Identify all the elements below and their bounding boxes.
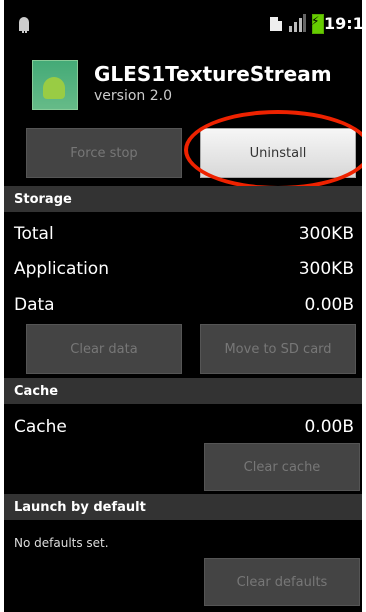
storage-row-application: Application 300KB bbox=[14, 252, 354, 286]
clock: 19:10 bbox=[324, 14, 362, 33]
clear-data-button[interactable]: Clear data bbox=[26, 324, 182, 374]
row-value: 300KB bbox=[298, 259, 354, 279]
move-to-sd-button[interactable]: Move to SD card bbox=[200, 324, 356, 374]
row-label: Total bbox=[14, 224, 54, 244]
app-info-screen: 19:10 GLES1TextureStream version 2.0 For… bbox=[4, 0, 362, 612]
app-version: version 2.0 bbox=[94, 88, 172, 104]
clear-defaults-button[interactable]: Clear defaults bbox=[204, 558, 360, 606]
app-icon bbox=[32, 60, 78, 110]
clear-cache-button[interactable]: Clear cache bbox=[204, 443, 360, 491]
storage-header: Storage bbox=[4, 186, 362, 212]
android-debug-icon bbox=[19, 17, 29, 33]
status-bar: 19:10 bbox=[4, 0, 362, 48]
app-title: GLES1TextureStream bbox=[94, 62, 332, 86]
row-value: 0.00B bbox=[304, 295, 354, 315]
storage-row-data: Data 0.00B bbox=[14, 288, 354, 322]
signal-icon bbox=[289, 14, 306, 32]
storage-row-total: Total 300KB bbox=[14, 217, 354, 251]
row-label: Data bbox=[14, 295, 55, 315]
row-value: 300KB bbox=[298, 224, 354, 244]
highlight-circle bbox=[184, 110, 362, 190]
row-label: Application bbox=[14, 259, 109, 279]
sd-card-icon bbox=[270, 17, 282, 31]
row-value: 0.00B bbox=[304, 417, 354, 437]
cache-header: Cache bbox=[4, 378, 362, 404]
cache-row: Cache 0.00B bbox=[14, 410, 354, 444]
force-stop-button[interactable]: Force stop bbox=[26, 128, 182, 178]
device-frame: 19:10 GLES1TextureStream version 2.0 For… bbox=[0, 0, 366, 612]
battery-charging-icon bbox=[311, 14, 324, 34]
no-defaults-text: No defaults set. bbox=[14, 536, 109, 550]
row-label: Cache bbox=[14, 417, 67, 437]
launch-default-header: Launch by default bbox=[4, 494, 362, 520]
